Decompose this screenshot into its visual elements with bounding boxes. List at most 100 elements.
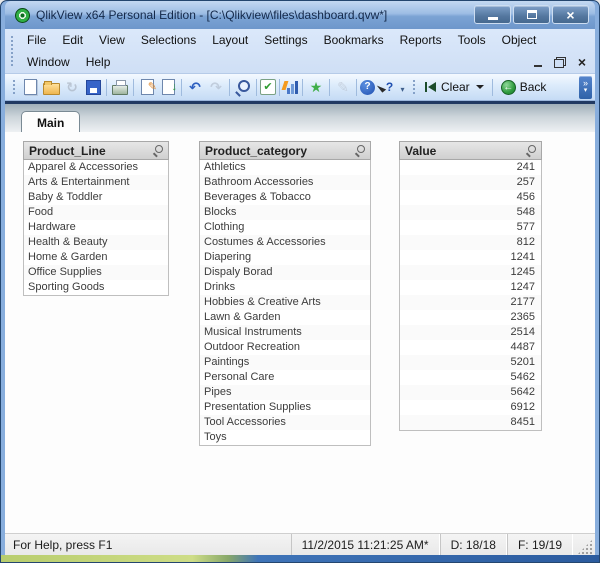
menu-item[interactable]: View [91,31,133,49]
list-item[interactable]: Diapering [200,250,370,265]
menu-item[interactable]: Bookmarks [316,31,392,49]
menu-item[interactable]: Object [494,31,545,49]
menu-item[interactable]: Selections [133,31,204,49]
list-item[interactable]: Baby & Toddler [24,190,168,205]
listbox-product-category-header[interactable]: Product_category [199,141,371,160]
list-item[interactable]: 2514 [400,325,541,340]
list-item[interactable]: Tool Accessories [200,415,370,430]
menu-item[interactable]: Reports [392,31,450,49]
list-item[interactable]: 6912 [400,400,541,415]
save-icon[interactable] [83,77,103,97]
list-item[interactable]: 456 [400,190,541,205]
list-item[interactable]: Personal Care [200,370,370,385]
list-item[interactable]: Clothing [200,220,370,235]
list-item[interactable]: 257 [400,175,541,190]
search-icon[interactable] [153,145,163,156]
maximize-icon [526,10,537,19]
list-item[interactable]: 812 [400,235,541,250]
child-close-icon[interactable] [575,56,589,68]
list-item[interactable]: Apparel & Accessories [24,160,168,175]
list-item[interactable]: Sporting Goods [24,280,168,295]
menu-item[interactable]: Edit [54,31,91,49]
list-item[interactable]: Musical Instruments [200,325,370,340]
add-bookmark-icon[interactable]: ★ [306,77,326,97]
clear-dropdown-icon[interactable] [475,85,484,89]
list-item[interactable]: 1245 [400,265,541,280]
list-item[interactable]: Lawn & Garden [200,310,370,325]
search-icon[interactable] [526,145,536,156]
list-item[interactable]: 1241 [400,250,541,265]
list-item[interactable]: Bathroom Accessories [200,175,370,190]
list-item[interactable]: Pipes [200,385,370,400]
list-item[interactable]: Beverages & Tobacco [200,190,370,205]
clear-button[interactable]: Clear [420,78,489,96]
menu-item[interactable]: Help [78,53,119,71]
list-item[interactable]: 548 [400,205,541,220]
print-icon[interactable] [110,77,130,97]
listbox-value-header[interactable]: Value [399,141,542,160]
new-document-icon[interactable] [20,77,40,97]
minimize-button[interactable] [474,5,511,24]
child-restore-icon[interactable] [553,56,567,68]
tab-main[interactable]: Main [21,111,81,133]
list-item[interactable]: Paintings [200,355,370,370]
title-bar[interactable]: QlikView x64 Personal Edition - [C:\Qlik… [5,1,595,29]
quick-chart-wizard-icon[interactable] [283,80,299,94]
list-item[interactable]: Food [24,205,168,220]
open-file-icon[interactable] [41,77,61,97]
current-selections-icon[interactable]: ✔ [260,79,276,95]
edit-script-icon[interactable] [137,77,157,97]
list-item[interactable]: 5642 [400,385,541,400]
listbox-product-line-header[interactable]: Product_Line [23,141,169,160]
listbox-product-category-items: Athletics Bathroom Accessories Beverages &… [199,160,371,446]
menu-item[interactable]: Settings [256,31,315,49]
menu-item[interactable]: File [19,31,54,49]
nav-toolbar-grip[interactable] [412,78,416,96]
menu-item[interactable]: Tools [450,31,494,49]
list-item[interactable]: Health & Beauty [24,235,168,250]
list-item[interactable]: 4487 [400,340,541,355]
list-item[interactable]: Dispaly Borad [200,265,370,280]
list-item[interactable]: Hardware [24,220,168,235]
list-item[interactable]: 5462 [400,370,541,385]
list-item[interactable]: 241 [400,160,541,175]
close-button[interactable] [552,5,589,24]
list-item[interactable]: Outdoor Recreation [200,340,370,355]
help-icon[interactable]: ? [360,79,375,95]
menu-item[interactable]: Window [19,53,78,71]
list-item[interactable]: 1247 [400,280,541,295]
resize-grip[interactable] [577,539,593,555]
list-item[interactable]: Home & Garden [24,250,168,265]
list-item[interactable]: Hobbies & Creative Arts [200,295,370,310]
list-item[interactable]: 2177 [400,295,541,310]
undo-icon[interactable]: ↶ [185,77,205,97]
list-item[interactable]: 577 [400,220,541,235]
maximize-button[interactable] [513,5,550,24]
list-item[interactable]: 2365 [400,310,541,325]
toolbar-options-icon[interactable] [397,77,408,97]
menu-item[interactable]: Layout [204,31,256,49]
menubar-grip[interactable] [10,35,14,67]
back-icon [500,79,516,95]
search-icon[interactable] [355,145,365,156]
list-item[interactable]: Office Supplies [24,265,168,280]
list-item[interactable]: Blocks [200,205,370,220]
search-icon[interactable] [233,77,253,97]
list-item[interactable]: Athletics [200,160,370,175]
list-item[interactable]: 8451 [400,415,541,430]
list-item[interactable]: 5201 [400,355,541,370]
reload-data-icon[interactable] [158,77,178,97]
list-item[interactable]: Toys [200,430,370,445]
context-help-icon[interactable]: ? [376,77,396,97]
list-item[interactable]: Drinks [200,280,370,295]
list-item[interactable]: Arts & Entertainment [24,175,168,190]
toolbar-separator [181,78,182,96]
toolbar-overflow-icon[interactable] [579,75,592,99]
tab-main-label: Main [37,116,65,130]
toolbar-grip[interactable] [12,78,16,96]
back-button[interactable]: Back [496,78,552,97]
listbox-value-items: 241 257 456 548 577 812 1241 1245 1247 2177 2365 25… [399,160,542,431]
child-minimize-icon[interactable] [531,56,545,68]
list-item[interactable]: Costumes & Accessories [200,235,370,250]
list-item[interactable]: Presentation Supplies [200,400,370,415]
